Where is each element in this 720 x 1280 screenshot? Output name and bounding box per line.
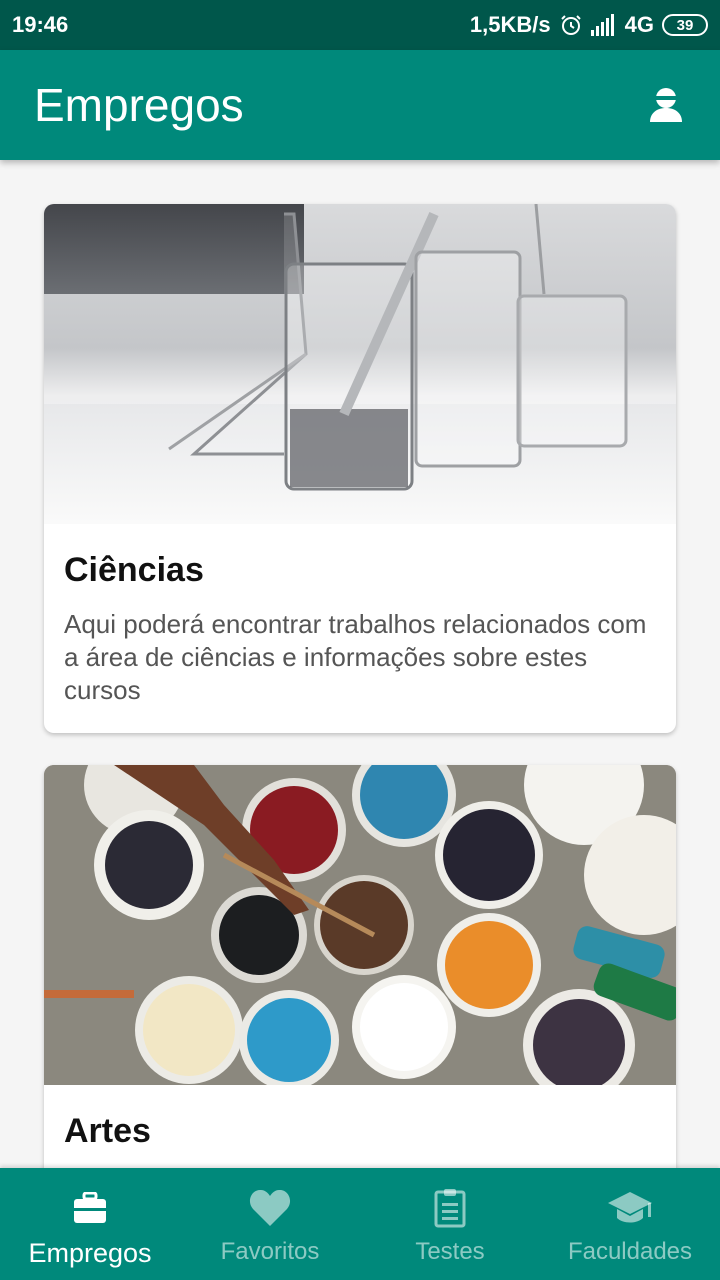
nav-label: Empregos	[28, 1238, 152, 1268]
job-category-list: Ciências Aqui poderá encontrar trabalhos…	[0, 160, 720, 1168]
briefcase-icon	[73, 1186, 107, 1230]
paint-buckets-photo	[44, 765, 676, 1085]
battery-level: 39	[676, 16, 694, 34]
page-title: Empregos	[34, 79, 244, 131]
nav-item-testes[interactable]: Testes	[360, 1168, 540, 1280]
nav-item-empregos[interactable]: Empregos	[0, 1168, 180, 1280]
battery-icon: 39	[662, 14, 708, 36]
status-time: 19:46	[12, 12, 69, 37]
network-type: 4G	[624, 12, 654, 37]
card-title: Artes	[64, 1112, 151, 1150]
status-icons: 1,5KB/s 4G 39	[470, 12, 708, 38]
category-card-artes[interactable]: Artes	[44, 765, 676, 1168]
nav-label: Favoritos	[220, 1238, 320, 1265]
heart-icon	[249, 1186, 291, 1230]
nav-label: Testes	[415, 1238, 485, 1265]
card-description: Aqui poderá encontrar trabalhos relacion…	[64, 609, 647, 705]
bottom-navigation: Empregos Favoritos Testes Faculdades	[0, 1168, 720, 1280]
user-icon	[650, 88, 682, 122]
alarm-icon	[559, 13, 583, 37]
clipboard-icon	[434, 1186, 466, 1230]
network-speed: 1,5KB/s	[469, 12, 551, 37]
card-title: Ciências	[64, 551, 204, 589]
nav-item-favoritos[interactable]: Favoritos	[180, 1168, 360, 1280]
nav-label: Faculdades	[567, 1238, 693, 1265]
graduation-cap-icon	[607, 1186, 653, 1230]
category-card-ciencias[interactable]: Ciências Aqui poderá encontrar trabalhos…	[44, 204, 676, 733]
nav-item-faculdades[interactable]: Faculdades	[540, 1168, 720, 1280]
laboratory-glassware-photo	[44, 204, 676, 524]
signal-icon	[590, 14, 617, 36]
app-bar: Empregos	[0, 50, 720, 160]
status-bar: 19:46 1,5KB/s 4G 39	[0, 0, 720, 50]
profile-button[interactable]	[646, 85, 686, 125]
